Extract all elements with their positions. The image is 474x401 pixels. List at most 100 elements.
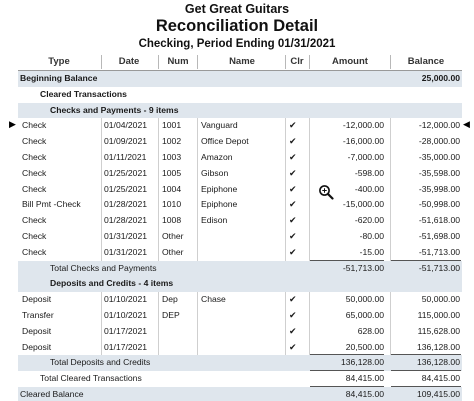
transaction-row[interactable]: Check 01/04/2021 1001 Vanguard ✔ -12,000.00 -1… bbox=[18, 118, 462, 135]
cleared-check-icon: ✔ bbox=[289, 310, 297, 320]
cell-type: Check bbox=[22, 246, 47, 257]
transaction-row[interactable]: Check 01/31/2021 Other ✔ -15.00 -51,713.00 bbox=[18, 244, 462, 261]
column-gridline bbox=[309, 323, 310, 340]
column-gridline bbox=[390, 308, 391, 324]
total-cleared-label: Total Cleared Transactions bbox=[40, 373, 142, 384]
cell-type: Check bbox=[22, 136, 47, 147]
column-gridline bbox=[285, 181, 286, 198]
cell-type: Transfer bbox=[22, 310, 54, 320]
company-name: Get Great Guitars bbox=[184, 2, 290, 16]
section-heading: Deposits and Credits - 4 items bbox=[50, 278, 174, 289]
cleared-balance-amount: 84,415.00 bbox=[345, 389, 384, 399]
cell-num: 1003 bbox=[162, 152, 182, 162]
transaction-row[interactable]: Check 01/28/2021 1008 Edison ✔ -620.00 -51,618… bbox=[18, 213, 462, 229]
transaction-row[interactable]: Transfer 01/10/2021 DEP ✔ 65,000.00 115,000.0… bbox=[18, 308, 462, 324]
column-divider[interactable] bbox=[285, 55, 286, 69]
cell-balance: 136,128.00 bbox=[416, 341, 460, 352]
column-gridline bbox=[309, 150, 310, 166]
cell-type: Check bbox=[22, 120, 47, 131]
col-name-header[interactable]: Name bbox=[199, 56, 285, 67]
column-gridline bbox=[390, 292, 391, 308]
transaction-row[interactable]: Bill Pmt -Check 01/28/2021 1010 Epiphone ✔ -1… bbox=[18, 197, 462, 214]
column-gridline bbox=[285, 323, 286, 340]
column-divider[interactable] bbox=[197, 55, 198, 69]
section-total-balance: 136,128.00 bbox=[416, 357, 460, 368]
column-gridline bbox=[390, 118, 391, 135]
column-gridline bbox=[285, 134, 286, 150]
section-heading: Checks and Payments - 9 items bbox=[50, 104, 179, 115]
column-headers: Type Date Num Name Clr Amount Balance bbox=[18, 53, 462, 71]
column-gridline bbox=[158, 339, 159, 356]
column-gridline bbox=[309, 181, 310, 198]
section-total-row: Total Deposits and Credits 136,128.00 136,… bbox=[18, 355, 462, 372]
section-heading: Cleared Transactions bbox=[40, 88, 127, 99]
cell-name bbox=[201, 245, 285, 261]
cell-name: Epiphone bbox=[201, 199, 238, 210]
beginning-balance-label: Beginning Balance bbox=[20, 73, 98, 83]
transaction-row[interactable]: Check 01/25/2021 1004 Epiphone ✔ -400.00 -35,9… bbox=[18, 181, 462, 198]
column-gridline bbox=[309, 308, 310, 324]
cell-num: Dep bbox=[162, 294, 178, 305]
cell-num: Other bbox=[162, 246, 184, 257]
report-title: Reconciliation Detail bbox=[155, 17, 319, 35]
cell-date: 01/28/2021 bbox=[104, 215, 148, 226]
cleared-balance-label: Cleared Balance bbox=[20, 389, 84, 399]
transaction-row[interactable]: Check 01/11/2021 1003 Amazon ✔ -7,000.00 -35,0… bbox=[18, 150, 462, 166]
cell-num: 1002 bbox=[162, 136, 182, 147]
cleared-check-icon: ✔ bbox=[289, 215, 297, 226]
cleared-check-icon: ✔ bbox=[289, 231, 297, 241]
col-num-header[interactable]: Num bbox=[159, 56, 197, 67]
transaction-row[interactable]: Check 01/09/2021 1002 Office Depot ✔ -16,000.… bbox=[18, 134, 462, 150]
section-total-amount: -51,713.00 bbox=[342, 262, 384, 273]
column-gridline bbox=[158, 229, 159, 245]
column-gridline bbox=[309, 134, 310, 150]
col-type-header[interactable]: Type bbox=[18, 56, 100, 67]
cell-num bbox=[162, 340, 198, 356]
cell-balance: -35,000.00 bbox=[418, 152, 460, 162]
cell-name bbox=[201, 324, 285, 340]
cell-type: Check bbox=[22, 183, 47, 194]
transaction-row[interactable]: Deposit 01/17/2021 ✔ 628.00 115,628.00 bbox=[18, 323, 462, 340]
cell-date: 01/17/2021 bbox=[104, 341, 148, 352]
cell-balance: 115,628.00 bbox=[417, 325, 460, 336]
column-gridline bbox=[390, 165, 391, 182]
transaction-row[interactable]: Deposit 01/10/2021 Dep Chase ✔ 50,000.00 50,00… bbox=[18, 292, 462, 308]
col-clr-header[interactable]: Clr bbox=[285, 56, 309, 67]
cell-num bbox=[162, 324, 198, 340]
cell-num: 1004 bbox=[162, 183, 182, 194]
column-gridline bbox=[158, 181, 159, 198]
column-gridline bbox=[285, 197, 286, 214]
cleared-check-icon: ✔ bbox=[289, 183, 297, 194]
col-date-header[interactable]: Date bbox=[102, 56, 156, 67]
cell-amount: 65,000.00 bbox=[345, 310, 384, 320]
col-amount-header[interactable]: Amount bbox=[310, 56, 390, 67]
cell-date: 01/09/2021 bbox=[104, 136, 148, 147]
cell-date: 01/10/2021 bbox=[104, 294, 148, 305]
col-balance-header[interactable]: Balance bbox=[390, 56, 462, 67]
cell-date: 01/10/2021 bbox=[104, 310, 148, 320]
transaction-row[interactable]: Deposit 01/17/2021 ✔ 20,500.00 136,128.00 bbox=[18, 339, 462, 356]
column-gridline bbox=[390, 134, 391, 150]
cell-name: Amazon bbox=[201, 152, 233, 162]
column-gridline bbox=[309, 197, 310, 214]
cell-balance: -35,998.00 bbox=[418, 183, 460, 194]
transaction-row[interactable]: Check 01/31/2021 Other ✔ -80.00 -51,698.00 bbox=[18, 229, 462, 245]
column-divider[interactable] bbox=[101, 55, 102, 69]
transaction-row[interactable]: Check 01/25/2021 1005 Gibson ✔ -598.00 -35,598… bbox=[18, 165, 462, 182]
column-divider[interactable] bbox=[158, 55, 159, 69]
cell-date: 01/17/2021 bbox=[104, 325, 148, 336]
column-gridline bbox=[158, 213, 159, 229]
cell-balance: 115,000.00 bbox=[417, 310, 460, 320]
column-divider[interactable] bbox=[390, 55, 391, 69]
cell-balance: -51,698.00 bbox=[418, 231, 460, 241]
column-gridline bbox=[158, 165, 159, 182]
cell-num: 1008 bbox=[162, 215, 182, 226]
column-gridline bbox=[158, 323, 159, 340]
column-gridline bbox=[309, 118, 310, 135]
cell-date: 01/04/2021 bbox=[104, 120, 148, 131]
column-divider[interactable] bbox=[309, 55, 310, 69]
zoom-icon[interactable] bbox=[318, 184, 334, 200]
total-cleared-row: Total Cleared Transactions 84,415.00 84,41… bbox=[18, 371, 462, 387]
cell-date: 01/25/2021 bbox=[104, 183, 148, 194]
section-total-label: Total Checks and Payments bbox=[50, 262, 157, 273]
